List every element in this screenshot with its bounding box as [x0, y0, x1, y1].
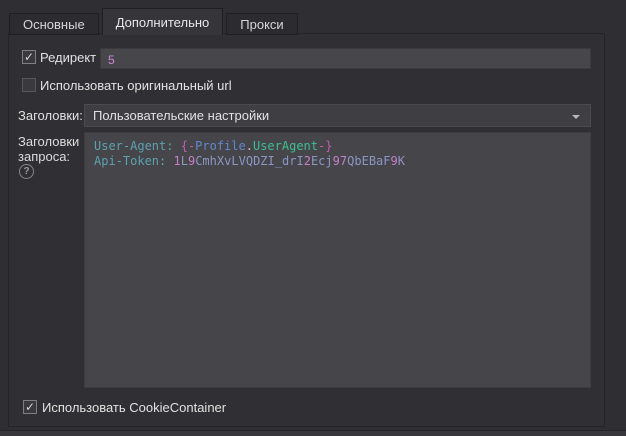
chevron-down-icon	[572, 115, 580, 119]
advanced-settings-dialog: { "tabs": [ {"label": "Основные", "activ…	[0, 0, 626, 436]
code-line: User-Agent: {-Profile.UserAgent-}	[94, 139, 581, 154]
tab-advanced[interactable]: Дополнительно	[102, 8, 224, 35]
tab-proxy[interactable]: Прокси	[226, 13, 297, 35]
cookie-container-checkbox[interactable]: ✓	[23, 400, 37, 414]
redirect-checkbox[interactable]: ✓	[22, 50, 36, 64]
request-headers-editor[interactable]: User-Agent: {-Profile.UserAgent-}Api-Tok…	[84, 132, 591, 388]
original-url-label: Использовать оригинальный url	[40, 78, 232, 93]
tab-basic[interactable]: Основные	[9, 13, 99, 35]
headers-mode-dropdown[interactable]: Пользовательские настройки	[84, 104, 591, 127]
dialog-bottom-strip	[0, 430, 626, 436]
request-headers-label: Заголовки запроса:	[18, 134, 80, 164]
cookie-container-label: Использовать CookieContainer	[42, 400, 226, 415]
code-line: Api-Token: 1L9CmhXvLVQDZI_drI2Ecj97QbEBa…	[94, 154, 581, 169]
redirect-label: Редирект	[40, 50, 96, 65]
headers-select-label: Заголовки:	[18, 108, 83, 123]
original-url-checkbox[interactable]	[22, 78, 36, 92]
redirect-count-input[interactable]: 5	[100, 48, 591, 69]
help-question-icon[interactable]: ?	[19, 164, 34, 179]
tab-bar: Основные Дополнительно Прокси	[9, 8, 301, 35]
headers-mode-selected-value: Пользовательские настройки	[93, 108, 269, 123]
